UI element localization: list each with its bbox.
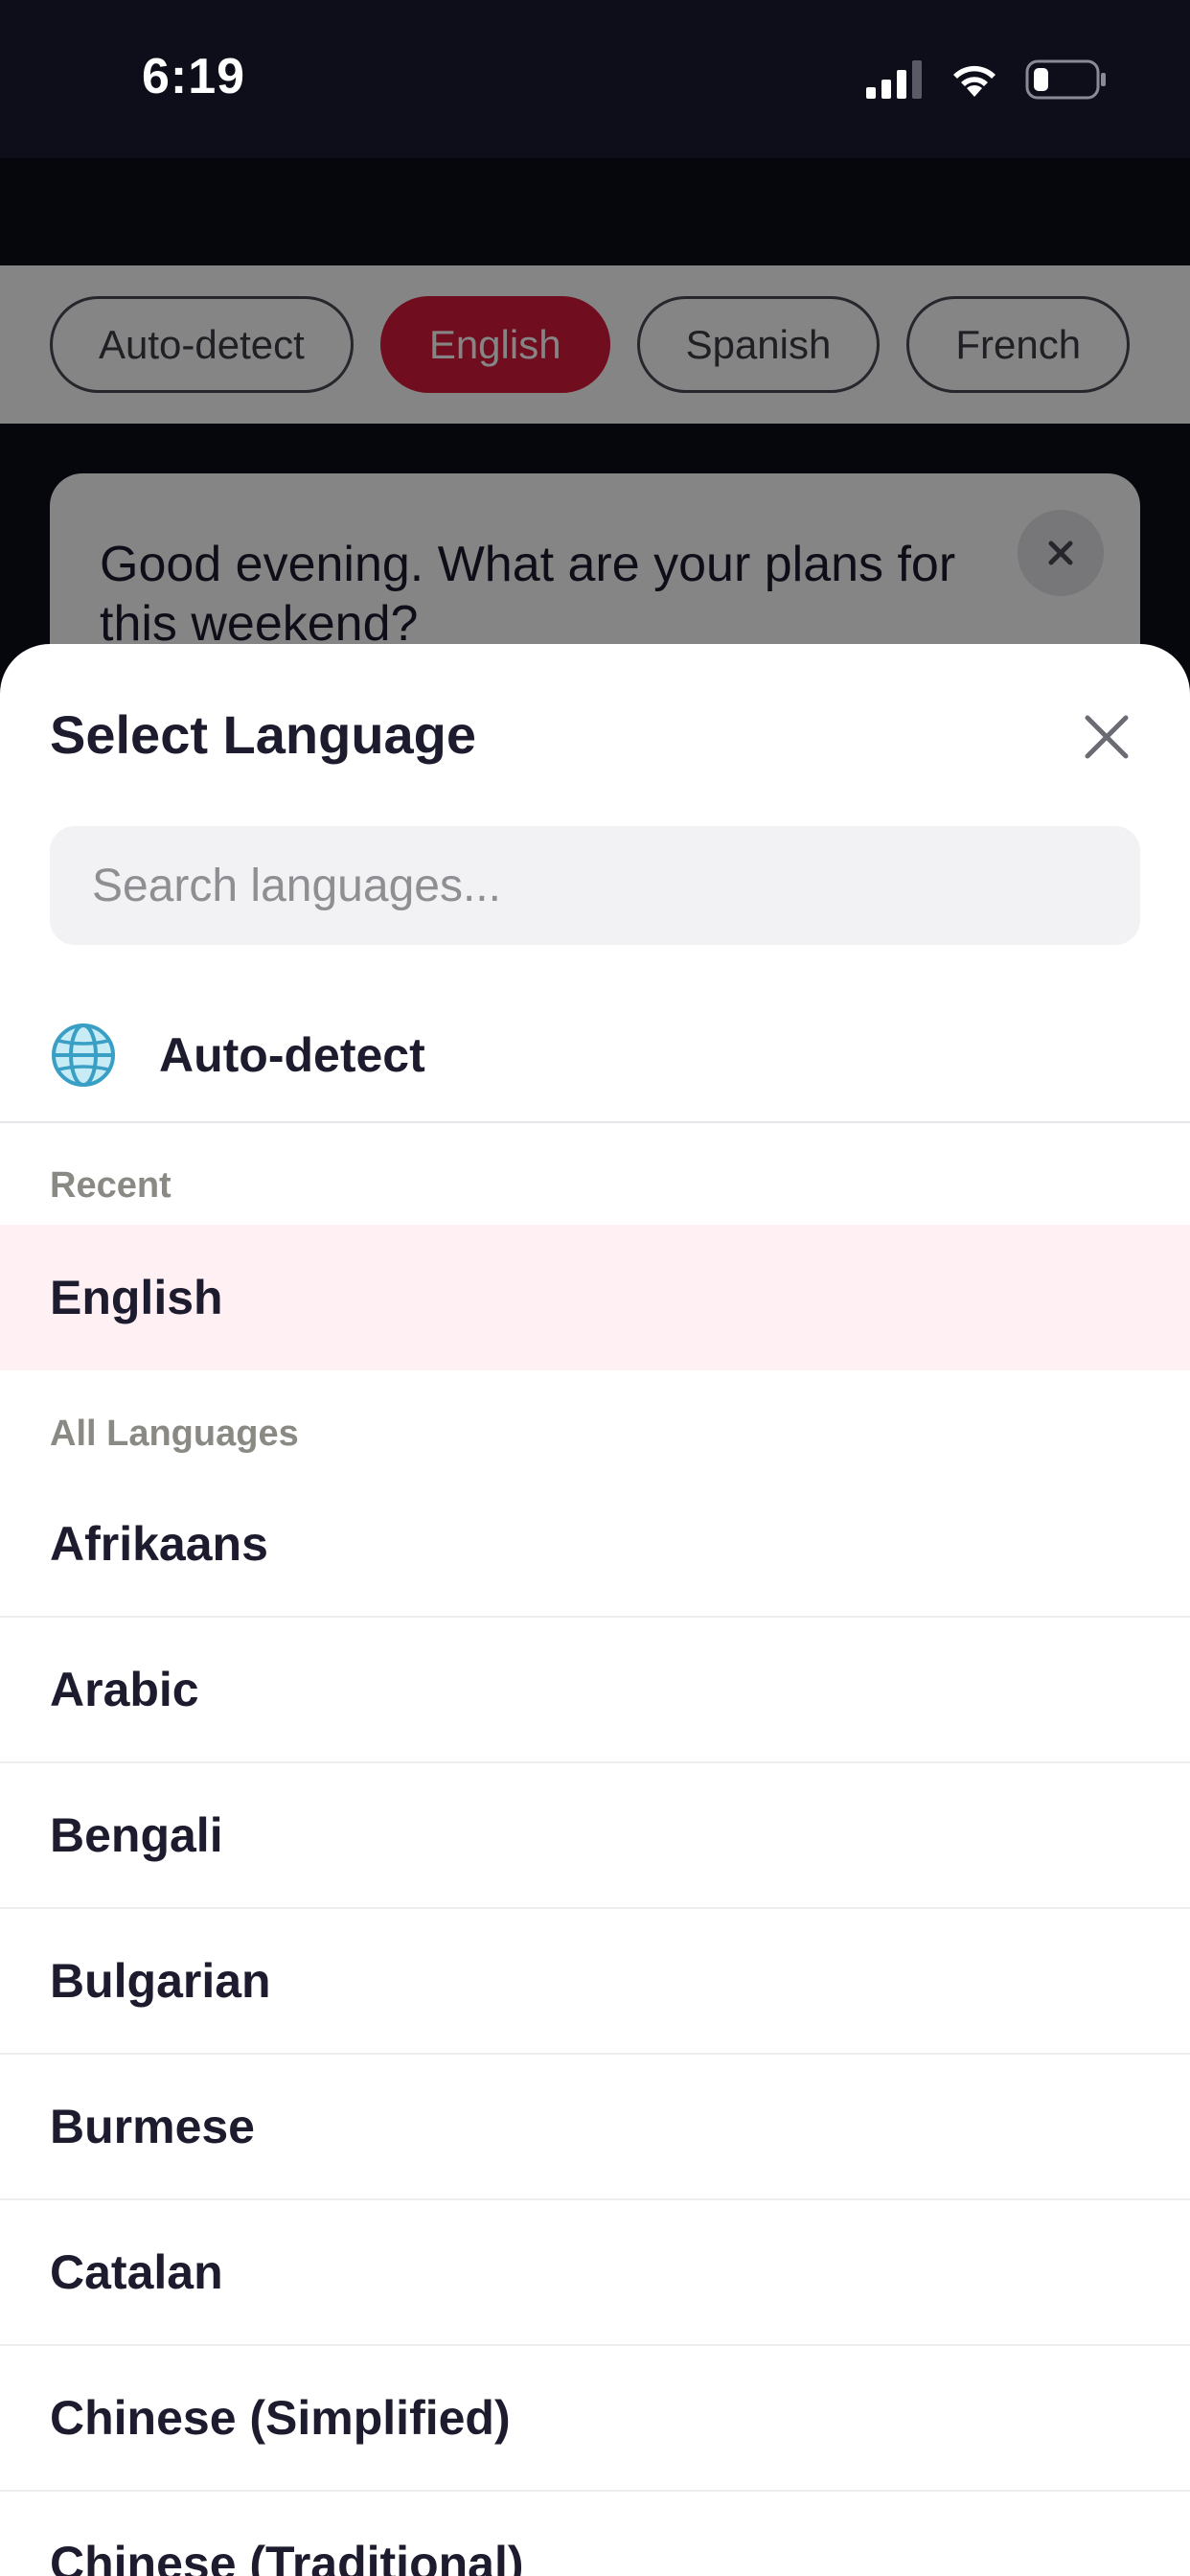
recent-language-item[interactable]: English (0, 1225, 1190, 1370)
auto-detect-label: Auto-detect (159, 1028, 425, 1082)
all-languages-section-header: All Languages (50, 1414, 299, 1454)
battery-icon (1025, 59, 1106, 100)
language-item[interactable]: Catalan (0, 2200, 1190, 2346)
language-item[interactable]: Burmese (0, 2055, 1190, 2200)
language-item[interactable]: Bulgarian (0, 1909, 1190, 2055)
status-bar: 6:19 (0, 0, 1190, 158)
recent-section-header: Recent (50, 1165, 172, 1206)
status-icons (866, 56, 1108, 104)
language-item[interactable]: Chinese (Simplified) (0, 2346, 1190, 2492)
globe-icon (52, 1024, 115, 1087)
language-item[interactable]: Arabic (0, 1618, 1190, 1763)
status-time: 6:19 (142, 49, 246, 104)
language-item[interactable]: Afrikaans (0, 1472, 1190, 1618)
close-icon (1085, 715, 1129, 759)
sheet-title: Select Language (50, 704, 477, 765)
wifi-icon (953, 65, 995, 97)
language-picker-sheet: Select Language Auto-detect Recent Engli… (0, 644, 1190, 2576)
language-item[interactable]: Chinese (Traditional) (0, 2492, 1190, 2576)
auto-detect-option[interactable]: Auto-detect (0, 989, 1190, 1123)
language-item[interactable]: Bengali (0, 1763, 1190, 1909)
search-input[interactable] (50, 826, 1140, 945)
sheet-close-button[interactable] (1073, 703, 1140, 770)
cellular-signal-icon (866, 60, 922, 99)
